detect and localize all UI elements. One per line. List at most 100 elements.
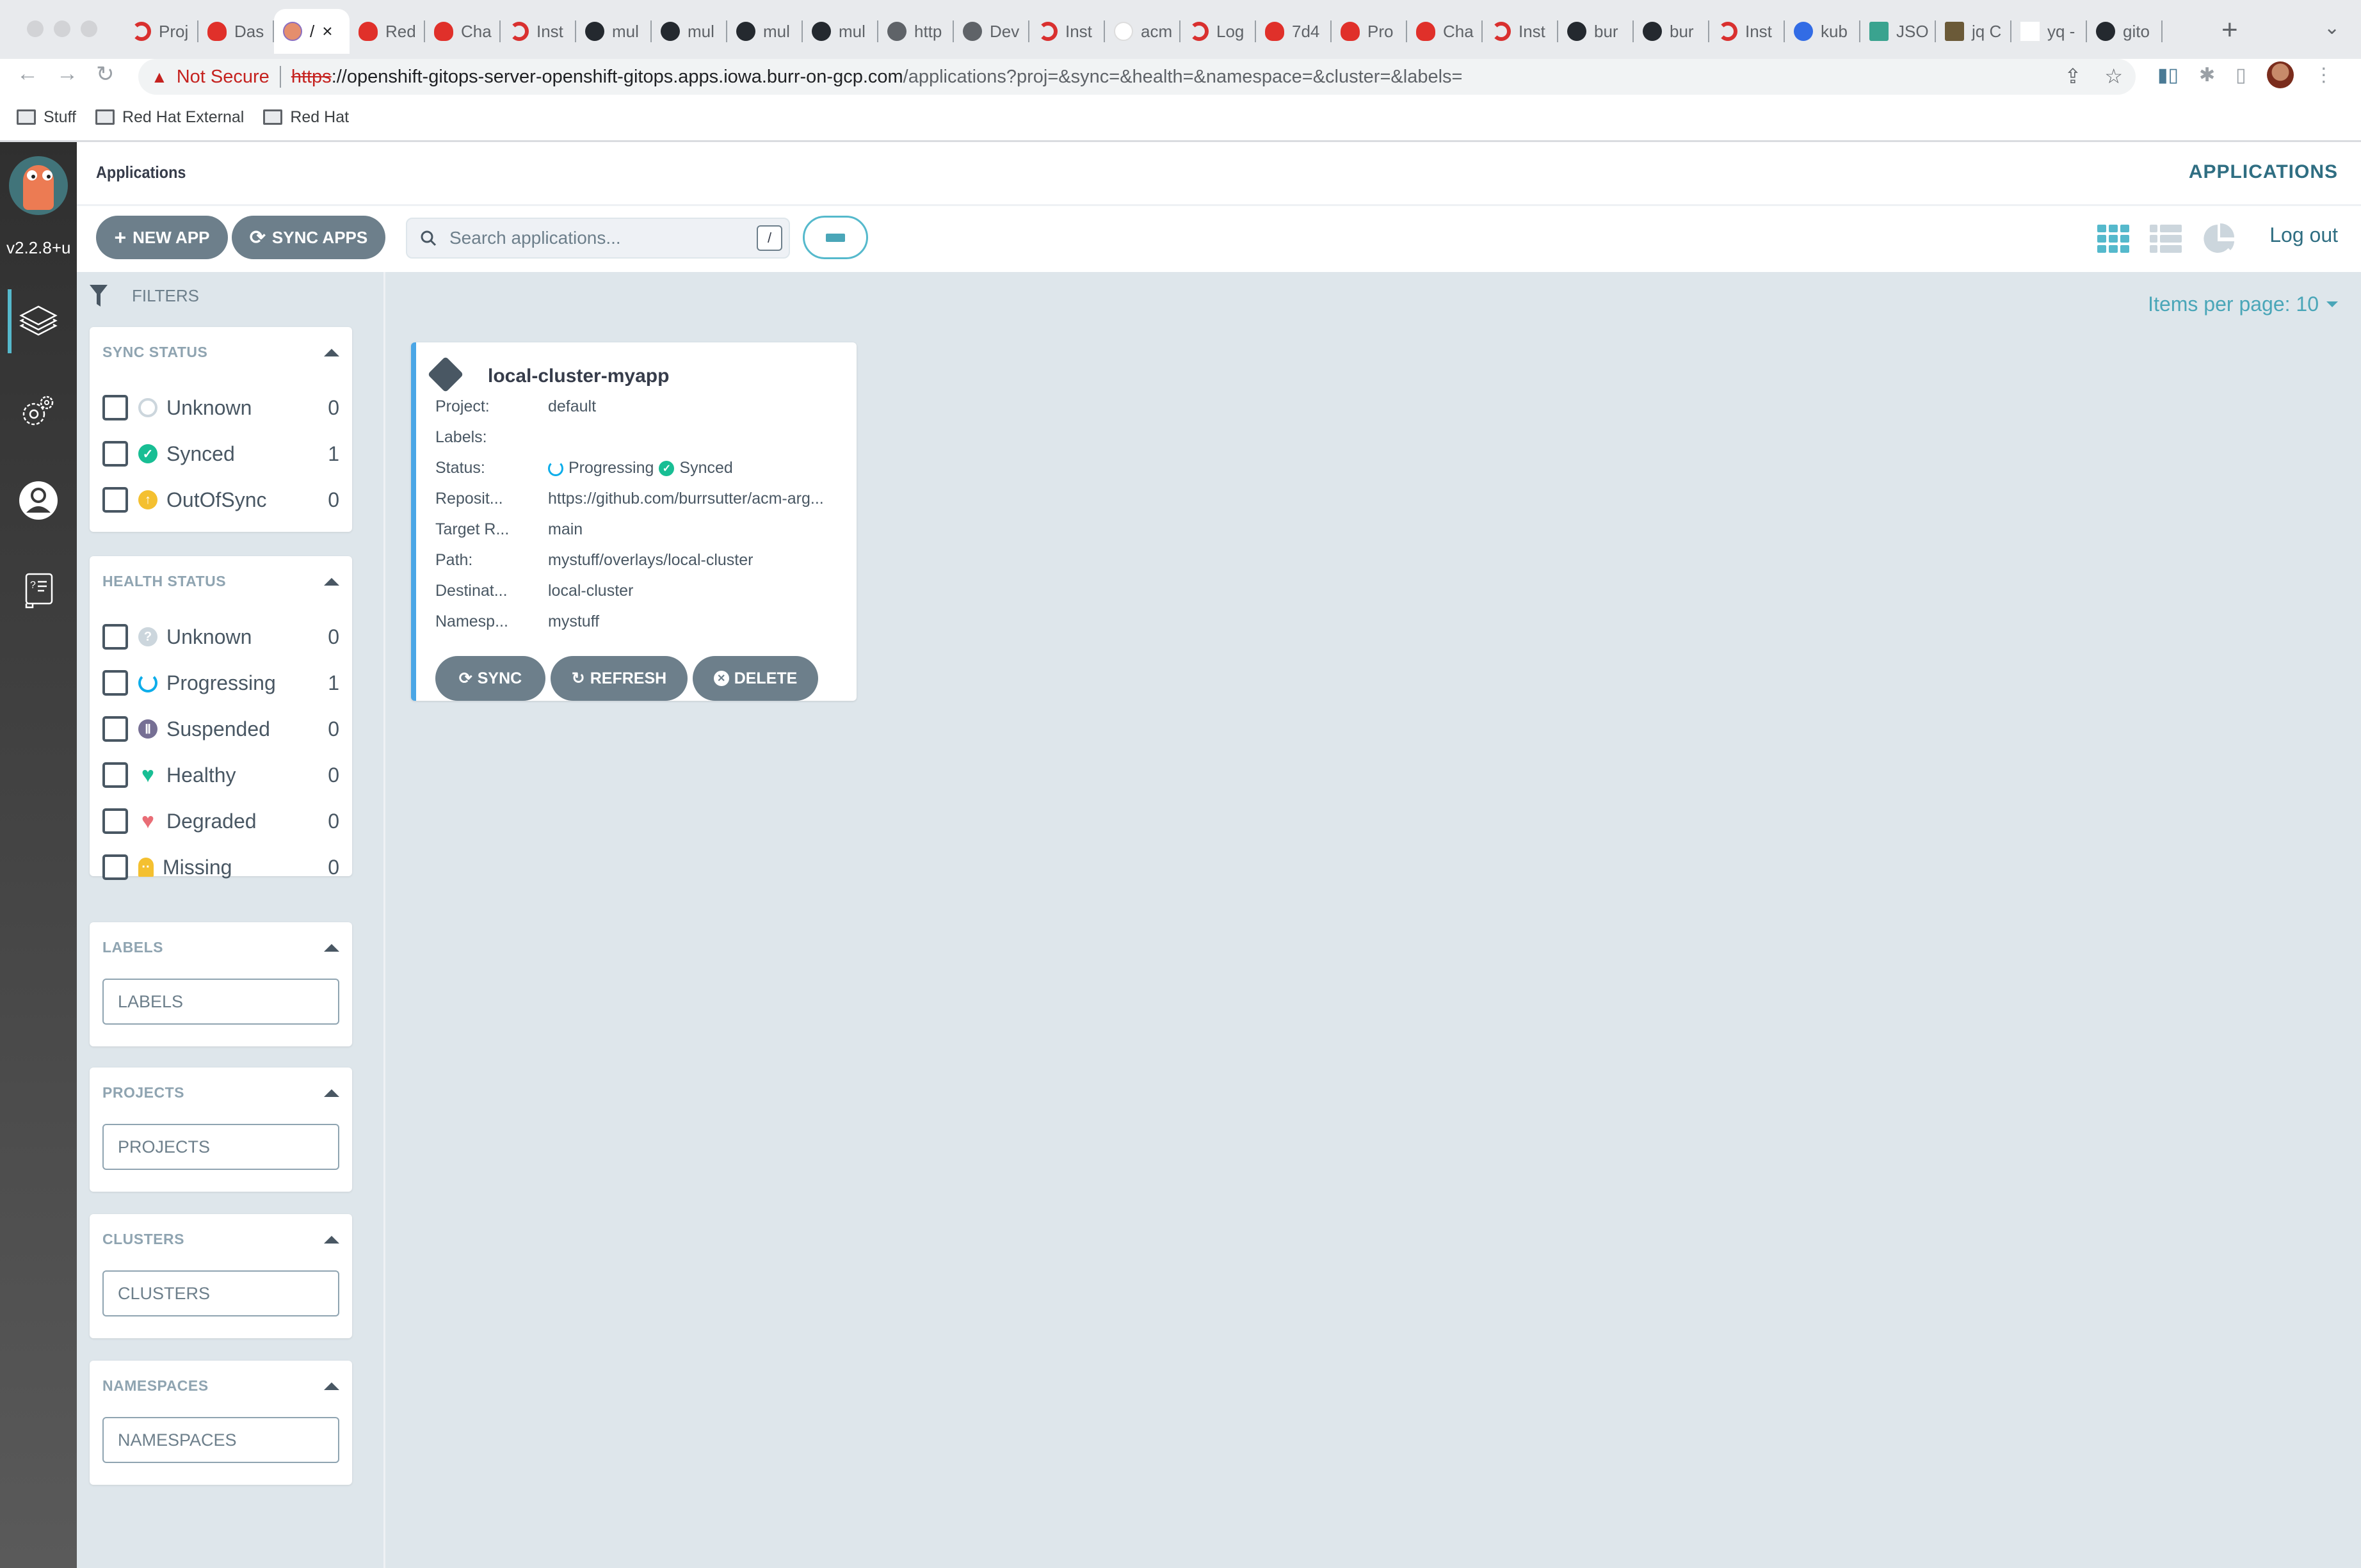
- collapse-icon[interactable]: [324, 578, 339, 586]
- collapse-icon[interactable]: [324, 944, 339, 952]
- extension-icon[interactable]: ▮▯: [2157, 64, 2179, 86]
- browser-tab[interactable]: mul: [727, 9, 803, 54]
- browser-tab[interactable]: gito: [2087, 9, 2163, 54]
- side-panel-icon[interactable]: ▯: [2236, 64, 2246, 86]
- logout-button[interactable]: Log out: [2269, 223, 2338, 247]
- sync-apps-button[interactable]: ⟳ SYNC APPS: [232, 216, 385, 259]
- collapse-icon[interactable]: [324, 1382, 339, 1390]
- forward-icon[interactable]: →: [56, 61, 78, 86]
- browser-tab[interactable]: http: [878, 9, 954, 54]
- labels-input[interactable]: [102, 979, 339, 1025]
- browser-tab[interactable]: mul: [576, 9, 652, 54]
- nav-settings[interactable]: [0, 379, 77, 443]
- search-input[interactable]: [449, 228, 744, 248]
- sync-button[interactable]: ⟳ SYNC: [435, 656, 545, 701]
- delete-button[interactable]: ✕ DELETE: [693, 656, 818, 701]
- pie-chart-view-icon[interactable]: [2202, 222, 2236, 255]
- collapse-icon[interactable]: [324, 349, 339, 356]
- ruler-button[interactable]: [803, 216, 868, 259]
- browser-tab[interactable]: Proj: [123, 9, 198, 54]
- new-app-button[interactable]: + NEW APP: [96, 216, 228, 259]
- close-window-button[interactable]: [27, 20, 44, 37]
- browser-tab[interactable]: mul: [803, 9, 878, 54]
- browser-tab[interactable]: yq -: [2011, 9, 2087, 54]
- nav-documentation[interactable]: ?: [0, 558, 77, 622]
- browser-tab[interactable]: JSO: [1860, 9, 1936, 54]
- browser-tab[interactable]: Dev: [954, 9, 1029, 54]
- browser-tab[interactable]: 7d4: [1256, 9, 1332, 54]
- browser-tab[interactable]: jq C: [1936, 9, 2011, 54]
- share-icon[interactable]: ⇪: [2065, 64, 2082, 88]
- collapse-icon[interactable]: [324, 1089, 339, 1097]
- checkbox[interactable]: [102, 487, 128, 513]
- puzzle-icon[interactable]: ✱: [2199, 64, 2215, 86]
- close-tab-icon[interactable]: ×: [322, 21, 332, 42]
- browser-tab[interactable]: Cha: [425, 9, 501, 54]
- browser-tab[interactable]: Log: [1180, 9, 1256, 54]
- tab-title: Red: [385, 21, 416, 41]
- bookmark-folder[interactable]: Stuff: [17, 108, 76, 127]
- browser-tab[interactable]: Das: [198, 9, 274, 54]
- browser-tab[interactable]: Inst: [1709, 9, 1785, 54]
- items-per-page-dropdown[interactable]: Items per page: 10: [2148, 292, 2338, 316]
- minimize-window-button[interactable]: [54, 20, 70, 37]
- browser-tab[interactable]: Pro: [1332, 9, 1407, 54]
- filter-option-degraded[interactable]: ♥ Degraded 0: [102, 802, 339, 840]
- browser-tab[interactable]: Inst: [501, 9, 576, 54]
- filter-option-suspended[interactable]: Ⅱ Suspended 0: [102, 710, 339, 748]
- back-icon[interactable]: ←: [17, 61, 38, 86]
- filter-option-healthy[interactable]: ♥ Healthy 0: [102, 756, 339, 794]
- checkbox[interactable]: [102, 624, 128, 650]
- list-view-icon[interactable]: [2150, 225, 2182, 253]
- bookmark-star-icon[interactable]: ☆: [2104, 64, 2123, 88]
- checkbox[interactable]: [102, 762, 128, 788]
- refresh-button[interactable]: ↻ REFRESH: [551, 656, 688, 701]
- bookmark-folder[interactable]: Red Hat External: [95, 108, 244, 127]
- bookmark-folder[interactable]: Red Hat: [263, 108, 349, 127]
- browser-tab[interactable]: bur: [1558, 9, 1634, 54]
- browser-tab[interactable]: Inst: [1483, 9, 1558, 54]
- filter-option-unknown[interactable]: Unknown 0: [102, 388, 339, 427]
- filter-option-synced[interactable]: ✓ Synced 1: [102, 435, 339, 473]
- nav-applications[interactable]: [0, 289, 77, 353]
- nav-user-info[interactable]: [0, 468, 77, 532]
- tiles-view-icon[interactable]: [2097, 225, 2129, 253]
- browser-tab[interactable]: / ×: [274, 9, 350, 54]
- checkbox[interactable]: [102, 670, 128, 696]
- tab-search-button[interactable]: ⌄: [2324, 17, 2340, 39]
- browser-tab[interactable]: Cha: [1407, 9, 1483, 54]
- breadcrumb[interactable]: Applications: [96, 163, 186, 182]
- kebab-menu-icon[interactable]: ⋮: [2314, 64, 2333, 86]
- browser-tab[interactable]: mul: [652, 9, 727, 54]
- browser-tab[interactable]: Red: [350, 9, 425, 54]
- openshift-favicon-icon: [1038, 22, 1058, 41]
- projects-input[interactable]: [102, 1124, 339, 1170]
- checkbox[interactable]: [102, 441, 128, 467]
- checkbox[interactable]: [102, 395, 128, 420]
- new-tab-button[interactable]: +: [2221, 14, 2238, 46]
- collapse-icon[interactable]: [324, 1236, 339, 1244]
- browser-tab[interactable]: kub: [1785, 9, 1860, 54]
- security-indicator[interactable]: Not Secure: [177, 67, 270, 88]
- app-field-path: Path: mystuff/overlays/local-cluster: [435, 551, 845, 570]
- checkbox[interactable]: [102, 716, 128, 742]
- search-box[interactable]: /: [406, 218, 790, 259]
- app-tile[interactable]: local-cluster-myapp Project: default Lab…: [411, 342, 857, 701]
- namespaces-input[interactable]: [102, 1417, 339, 1463]
- clusters-input[interactable]: [102, 1270, 339, 1316]
- filter-option-outofsync[interactable]: ↑ OutOfSync 0: [102, 481, 339, 519]
- checkbox[interactable]: [102, 808, 128, 834]
- browser-tab[interactable]: acm: [1105, 9, 1180, 54]
- filter-option-unknown[interactable]: ? Unknown 0: [102, 618, 339, 656]
- browser-tab[interactable]: Inst: [1029, 9, 1105, 54]
- filter-option-missing[interactable]: ·· Missing 0: [102, 848, 339, 886]
- maximize-window-button[interactable]: [81, 20, 97, 37]
- filter-option-progressing[interactable]: Progressing 1: [102, 664, 339, 702]
- address-bar[interactable]: ▲ Not Secure https://openshift-gitops-se…: [138, 59, 2136, 95]
- argo-logo[interactable]: [9, 156, 68, 215]
- app-name[interactable]: local-cluster-myapp: [488, 365, 669, 387]
- reload-icon[interactable]: ↻: [96, 61, 115, 87]
- browser-tab[interactable]: bur: [1634, 9, 1709, 54]
- profile-avatar[interactable]: [2266, 61, 2294, 88]
- checkbox[interactable]: [102, 854, 128, 880]
